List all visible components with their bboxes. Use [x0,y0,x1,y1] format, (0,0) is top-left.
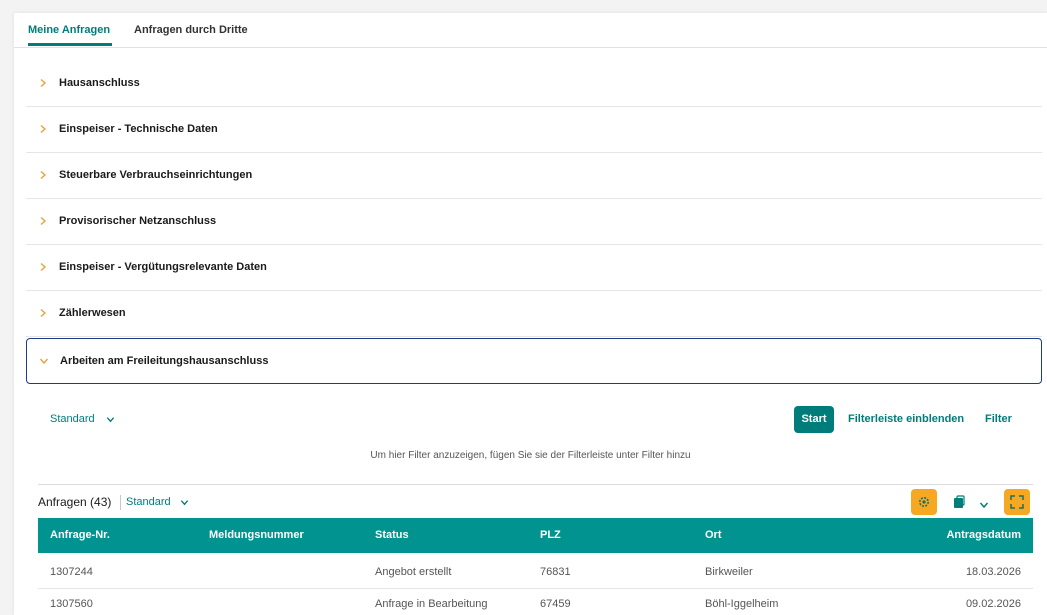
accordion-item-hausanschluss[interactable]: Hausanschluss [26,60,1042,107]
tab-meine-anfragen[interactable]: Meine Anfragen [28,24,110,36]
fullscreen-button[interactable] [1004,489,1030,515]
filter-hint-text: Um hier Filter anzuzeigen, fügen Sie sie… [370,450,691,461]
show-filterbar-button[interactable]: Filterleiste einblenden [848,413,964,425]
divider [38,484,1033,485]
accordion-item-arbeiten-am-freileitungshausanschluss[interactable]: Arbeiten am Freileitungshausanschluss [26,338,1042,384]
table-variant-selector[interactable]: Standard [126,496,189,508]
accordion-label: Steuerbare Verbrauchseinrichtungen [59,169,253,181]
cell-ort: Böhl-Iggelheim [705,598,779,610]
cell-ort: Birkweiler [705,566,753,578]
variant-selector[interactable]: Standard [50,413,115,425]
requests-panel: Meine Anfragen Anfragen durch Dritte Hau… [14,13,1047,615]
table-variant-label: Standard [126,496,171,508]
accordion-label: Provisorischer Netzanschluss [59,215,217,227]
fullscreen-icon [1010,495,1024,509]
accordion-label: Einspeiser - Technische Daten [59,123,218,135]
chevron-down-icon [979,502,989,509]
cell-plz: 67459 [540,598,571,610]
cell-antragsdatum: 09.02.2026 [965,598,1021,610]
chevron-down-icon [180,499,188,505]
export-icon [954,495,965,508]
filter-button[interactable]: Filter [985,413,1012,425]
chevron-right-icon [40,216,47,226]
accordion-label: Einspeiser - Vergütungsrelevante Daten [59,261,267,273]
tab-bar: Meine Anfragen Anfragen durch Dritte [14,13,1047,48]
chevron-right-icon [40,78,47,88]
column-header-status[interactable]: Status [375,529,409,541]
export-button[interactable] [952,495,966,514]
accordion-item-zaehlerwesen[interactable]: Zählerwesen [26,290,1042,337]
accordion-item-einspeiser-verguetungsrelevante-daten[interactable]: Einspeiser - Vergütungsrelevante Daten [26,244,1042,291]
tab-anfragen-durch-dritte[interactable]: Anfragen durch Dritte [134,24,248,36]
cell-status: Anfrage in Bearbeitung [375,598,488,610]
column-header-ort[interactable]: Ort [705,529,722,541]
export-menu-button[interactable] [979,497,989,515]
table-title: Anfragen (43) [38,495,112,509]
column-header-anfrage-nr[interactable]: Anfrage-Nr. [50,529,110,541]
chevron-right-icon [40,308,47,318]
chevron-right-icon [40,262,47,272]
cell-anfrage-nr: 1307244 [50,566,93,578]
accordion-label: Arbeiten am Freileitungshausanschluss [60,355,269,367]
divider [120,495,121,510]
accordion-label: Zählerwesen [59,307,126,319]
accordion-label: Hausanschluss [59,77,140,89]
column-header-plz[interactable]: PLZ [540,529,561,541]
cell-antragsdatum: 18.03.2026 [965,566,1021,578]
cell-anfrage-nr: 1307560 [50,598,93,610]
table-row[interactable]: 1307560 Anfrage in Bearbeitung 67459 Böh… [38,589,1033,615]
accordion-item-steuerbare-verbrauchseinrichtungen[interactable]: Steuerbare Verbrauchseinrichtungen [26,152,1042,199]
column-header-meldungsnummer[interactable]: Meldungsnummer [209,529,304,541]
chevron-down-icon [106,416,114,422]
table-settings-button[interactable] [911,489,937,515]
gear-icon [919,497,929,507]
accordion-item-provisorischer-netzanschluss[interactable]: Provisorischer Netzanschluss [26,198,1042,245]
table-header: Anfrage-Nr. Meldungsnummer Status PLZ Or… [38,518,1033,553]
cell-plz: 76831 [540,566,571,578]
chevron-right-icon [40,124,47,134]
chevron-right-icon [40,170,47,180]
table-row[interactable]: 1307244 Angebot erstellt 76831 Birkweile… [38,557,1033,589]
chevron-down-icon [39,358,49,365]
accordion-item-einspeiser-technische-daten[interactable]: Einspeiser - Technische Daten [26,106,1042,153]
variant-label: Standard [50,413,95,425]
start-button[interactable]: Start [794,406,834,433]
cell-status: Angebot erstellt [375,566,452,578]
column-header-antragsdatum[interactable]: Antragsdatum [946,529,1021,541]
active-tab-indicator [28,43,112,46]
